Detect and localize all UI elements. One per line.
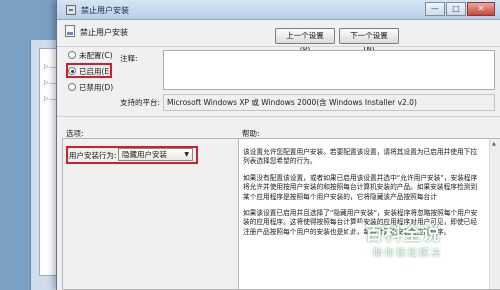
divider <box>57 46 500 47</box>
help-paragraph: 该设置允许您配置用户安装。若要配置该设置，请将其设置为已启用并使用下拉列表选择您… <box>243 148 478 166</box>
tree-arrow-icon: ▷ <box>44 95 49 102</box>
install-behavior-label: 用户安装行为: <box>69 151 117 160</box>
previous-setting-button[interactable]: 上一个设置(P) <box>275 28 335 54</box>
minimize-button[interactable]: — <box>425 2 445 16</box>
dropdown-value: 隐藏用户安装 <box>122 150 167 159</box>
maximize-button[interactable]: □ <box>446 2 466 16</box>
comment-field[interactable] <box>163 50 495 90</box>
radio-disabled[interactable]: 已禁用(D) <box>66 81 113 96</box>
watermark-title: 百科全说 <box>365 224 441 245</box>
radio-circle-icon <box>68 51 76 59</box>
tree-arrow-icon: ▷ <box>44 63 49 70</box>
radio-circle-icon <box>68 83 76 91</box>
watermark: 百科全说 助你轻松解决 <box>345 218 495 268</box>
dropdown-arrow-icon: ▼ <box>184 151 189 158</box>
supported-on-label: 支持的平台: <box>120 98 161 107</box>
comment-label: 注释: <box>120 54 138 63</box>
close-button[interactable]: ✕ <box>467 2 495 16</box>
title-bar[interactable]: 禁止用户安装 — □ ✕ <box>57 0 500 20</box>
radio-not-configured[interactable]: 未配置(C) <box>66 49 113 64</box>
next-setting-button[interactable]: 下一个设置(N) <box>339 28 399 54</box>
window-title: 禁止用户安装 <box>81 6 129 15</box>
policy-name: 禁止用户安装 <box>80 28 128 37</box>
radio-label: 未配置(C) <box>79 51 113 60</box>
watermark-subtitle: 助你轻松解决 <box>373 248 443 259</box>
policy-setting-icon <box>65 25 75 37</box>
radio-label: 已禁用(D) <box>79 83 114 92</box>
help-paragraph: 如果没有配置该设置，或者如果已启用该设置并选中“允许用户安装”，安装程序将允许并… <box>243 173 478 201</box>
window-controls: — □ ✕ <box>425 2 495 16</box>
divider <box>57 116 500 117</box>
policy-icon <box>66 5 76 15</box>
header-row: 禁止用户安装 上一个设置(P) 下一个设置(N) <box>57 20 500 54</box>
red-highlight-enabled <box>66 63 112 78</box>
supported-on-value: Microsoft Windows XP 或 Windows 2000(含 Wi… <box>163 94 495 111</box>
install-behavior-dropdown[interactable]: 隐藏用户安装 ▼ <box>118 148 193 161</box>
tree-arrow-icon: ▷ <box>44 79 49 86</box>
scroll-up-arrow-icon[interactable]: ▲ <box>492 141 496 147</box>
